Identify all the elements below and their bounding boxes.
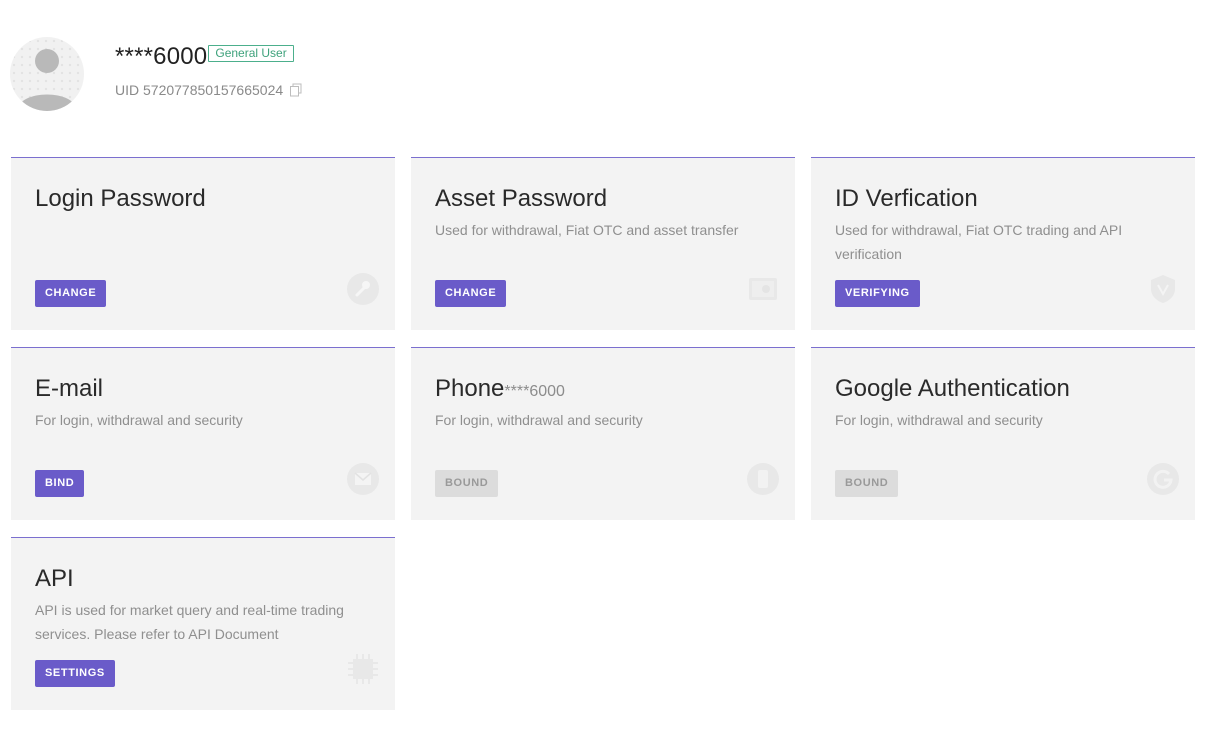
api-card: API API is used for market query and rea… — [11, 537, 395, 710]
verifying-button[interactable]: VERIFYING — [835, 280, 920, 307]
google-icon — [1146, 462, 1180, 496]
card-title-text: API — [35, 565, 74, 592]
wrench-icon — [346, 272, 380, 306]
user-level-badge: General User — [208, 45, 294, 62]
card-title-text: Asset Password — [435, 185, 608, 212]
asset-password-card: Asset Password Used for withdrawal, Fiat… — [411, 157, 795, 330]
username: ****6000 — [115, 43, 208, 70]
card-title: E-mail — [35, 375, 103, 403]
google-auth-card: Google Authentication For login, withdra… — [811, 347, 1195, 520]
api-settings-button[interactable]: SETTINGS — [35, 660, 115, 687]
card-title-text: Google Authentication — [835, 375, 1070, 402]
uid-line: UID 572077850157665024 — [115, 82, 303, 98]
card-title: API — [35, 565, 74, 593]
phone-card: Phone****6000 For login, withdrawal and … — [411, 347, 795, 520]
card-description: API is used for market query and real-ti… — [35, 602, 344, 642]
user-silhouette-icon — [17, 49, 77, 111]
card-title: Asset Password — [435, 185, 607, 213]
bind-email-button[interactable]: BIND — [35, 470, 85, 497]
copy-icon[interactable] — [289, 83, 303, 97]
card-description: For login, withdrawal and security — [435, 412, 643, 428]
shield-icon — [1146, 272, 1180, 306]
card-title-text: E-mail — [35, 375, 104, 402]
phone-icon — [746, 462, 780, 496]
card-title-text: ID Verfication — [835, 185, 978, 212]
card-description: Used for withdrawal, Fiat OTC and asset … — [435, 222, 739, 238]
phone-bound-button[interactable]: BOUND — [435, 470, 499, 497]
google-auth-bound-button[interactable]: BOUND — [835, 470, 899, 497]
change-login-password-button[interactable]: CHANGE — [35, 280, 107, 307]
masked-phone: ****6000 — [504, 383, 565, 400]
card-title: Google Authentication — [835, 375, 1070, 403]
card-title-text: Phone — [435, 375, 505, 402]
email-card: E-mail For login, withdrawal and securit… — [11, 347, 395, 520]
change-asset-password-button[interactable]: CHANGE — [435, 280, 507, 307]
id-verification-card: ID Verfication Used for withdrawal, Fiat… — [811, 157, 1195, 330]
chip-icon — [346, 652, 380, 686]
avatar — [10, 37, 84, 111]
user-line: ****6000 General User — [115, 43, 294, 71]
card-title: Login Password — [35, 185, 206, 213]
card-description: For login, withdrawal and security — [35, 412, 243, 428]
safe-icon — [746, 272, 780, 306]
mail-icon — [346, 462, 380, 496]
card-description: Used for withdrawal, Fiat OTC trading an… — [835, 222, 1123, 262]
profile-header: ****6000 General User UID 57207785015766… — [10, 37, 710, 117]
uid-text: UID 572077850157665024 — [115, 82, 284, 98]
card-title-text: Login Password — [35, 185, 206, 212]
login-password-card: Login Password CHANGE — [11, 157, 395, 330]
card-title: ID Verfication — [835, 185, 978, 213]
card-title: Phone****6000 — [435, 375, 565, 406]
card-description: For login, withdrawal and security — [835, 412, 1043, 428]
